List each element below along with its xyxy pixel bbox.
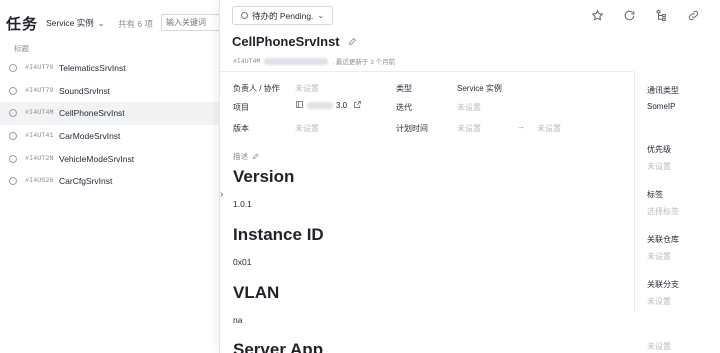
status-circle-icon: [9, 177, 17, 186]
page-title: 任务: [6, 16, 39, 33]
iteration-label: 迭代: [396, 103, 412, 112]
divider-vertical: [634, 72, 635, 312]
redacted-project-name: [307, 102, 333, 109]
issue-id: #I4UT4M: [25, 109, 54, 118]
project-version: 3.0: [336, 101, 348, 110]
heading-instance-id: Instance ID: [233, 225, 324, 244]
tags-value[interactable]: 选择标签: [647, 206, 679, 217]
issue-title: CellPhoneSrvInst: [232, 34, 340, 49]
issue-rows: #I4UT70 TelematicsSrvInst #I4UT79 SoundS…: [0, 57, 220, 193]
issue-id-label: #I4UT4M: [233, 57, 261, 65]
description-label: 描述: [233, 151, 260, 162]
status-circle-icon: [241, 12, 248, 19]
search-input[interactable]: [161, 14, 223, 31]
status-circle-icon: [9, 64, 17, 73]
arrow-right-icon: →: [517, 122, 525, 131]
comm-type-label: 通讯类型: [647, 86, 679, 95]
issue-name: SoundSrvInst: [59, 85, 111, 96]
issue-meta: #I4UT4M , 最近更新于 3 个月前: [233, 56, 395, 66]
item-count: 共有 6 项: [118, 19, 153, 29]
project-value[interactable]: 3.0: [295, 100, 362, 111]
repo-label: 关联仓库: [647, 235, 679, 244]
version-value[interactable]: 未设置: [295, 123, 319, 134]
status-circle-icon: [9, 109, 17, 118]
chevron-down-icon: ⌄: [317, 11, 325, 20]
issue-name: VehicleModeSrvInst: [59, 153, 135, 164]
list-item[interactable]: #I4UT2N VehicleModeSrvInst: [0, 147, 220, 170]
list-item[interactable]: #I4UT79 SoundSrvInst: [0, 80, 220, 103]
assignee-value[interactable]: 未设置: [295, 83, 319, 94]
issue-id: #I4US26: [25, 177, 54, 186]
vlan-text: na: [233, 315, 243, 325]
type-filter-dropdown[interactable]: Service 实例 ⌄: [46, 17, 104, 29]
instance-id-text: 0x01: [233, 257, 252, 267]
comm-type-value[interactable]: SomeIP: [647, 102, 675, 111]
branch-label: 关联分支: [647, 280, 679, 289]
issue-name: TelematicsSrvInst: [59, 63, 126, 74]
repo-value[interactable]: 未设置: [647, 251, 671, 262]
status-circle-icon: [9, 132, 17, 141]
heading-version: Version: [233, 167, 295, 186]
project-label: 项目: [233, 103, 249, 112]
link-icon[interactable]: [685, 7, 701, 23]
issue-name: CarModeSrvInst: [59, 131, 121, 142]
status-dropdown[interactable]: 待办的 Pending. ⌄: [232, 6, 334, 25]
version-text: 1.0.1: [233, 199, 252, 209]
heading-vlan: VLAN: [233, 283, 280, 302]
type-filter-label: Service 实例: [46, 18, 94, 28]
issue-name: CellPhoneSrvInst: [59, 108, 125, 119]
plan-start-value[interactable]: 未设置: [457, 123, 481, 134]
issue-name: CarCfgSrvInst: [59, 176, 113, 187]
tags-label: 标签: [647, 190, 663, 199]
branch-value[interactable]: 未设置: [647, 296, 671, 307]
redacted-author: [264, 57, 329, 65]
iteration-value[interactable]: 未设置: [457, 102, 481, 113]
edit-icon[interactable]: [348, 36, 358, 48]
hierarchy-icon[interactable]: [653, 7, 669, 23]
status-label: 待办的 Pending.: [252, 10, 314, 21]
issue-list-panel: 任务 Service 实例 ⌄ 共有 6 项 标题 #I4UT70 Telema…: [0, 0, 223, 353]
star-icon[interactable]: [589, 7, 605, 23]
priority-value[interactable]: 未设置: [647, 161, 671, 172]
column-header-title: 标题: [14, 44, 29, 53]
collapse-toggle-icon[interactable]: ›: [220, 189, 223, 200]
plan-time-label: 计划时间: [396, 124, 428, 133]
type-label: 类型: [396, 84, 412, 93]
list-item-selected[interactable]: #I4UT4M CellPhoneSrvInst: [0, 102, 220, 125]
issue-detail-panel: 待办的 Pending. ⌄ CellPhoneSrvInst #I4UT4M …: [219, 0, 720, 353]
issue-id: #I4UT79: [25, 86, 54, 95]
issue-id: #I4UT70: [25, 64, 54, 73]
project-icon: [295, 100, 304, 111]
last-updated-text: , 最近更新于 3 个月前: [332, 59, 396, 66]
chevron-down-icon: ⌄: [97, 18, 105, 28]
status-circle-icon: [9, 154, 17, 163]
plan-end-value[interactable]: 未设置: [537, 123, 561, 134]
heading-server-app: Server App: [233, 340, 324, 353]
external-link-icon[interactable]: [353, 100, 362, 111]
issue-id: #I4UT2N: [25, 154, 54, 163]
divider: [220, 71, 634, 72]
issue-id: #I4UT41: [25, 132, 54, 141]
list-item[interactable]: #I4UT41 CarModeSrvInst: [0, 125, 220, 148]
edit-icon[interactable]: [252, 152, 260, 162]
refresh-icon[interactable]: [621, 7, 637, 23]
list-item[interactable]: #I4UT70 TelematicsSrvInst: [0, 57, 220, 80]
priority-label: 优先级: [647, 145, 671, 154]
assignee-label: 负责人 / 协作: [233, 84, 280, 93]
extra-value[interactable]: 未设置: [647, 341, 671, 352]
list-item[interactable]: #I4US26 CarCfgSrvInst: [0, 170, 220, 193]
status-circle-icon: [9, 86, 17, 95]
version-label: 版本: [233, 124, 249, 133]
description-label-text: 描述: [233, 152, 248, 161]
type-value[interactable]: Service 实例: [457, 83, 502, 94]
